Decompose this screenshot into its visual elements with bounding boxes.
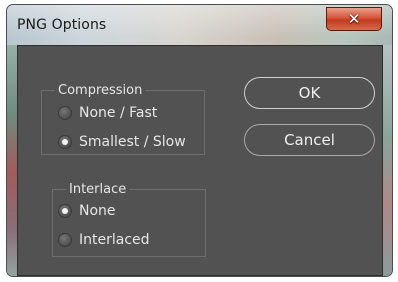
window-title: PNG Options [17,17,107,33]
radio-none-fast-indicator[interactable] [58,106,72,120]
radio-interlaced-indicator[interactable] [58,233,72,247]
close-x-icon: ✕ [347,9,361,28]
radio-interlace-none-label: None [79,203,116,219]
radio-smallest-slow-indicator[interactable] [58,135,72,149]
window-frame-right [383,45,392,276]
radio-smallest-slow-label: Smallest / Slow [79,134,186,150]
radio-interlace-none-indicator[interactable] [58,204,72,218]
ok-button[interactable]: OK [244,77,375,109]
radio-interlace-none[interactable]: None [58,203,116,219]
cancel-button[interactable]: Cancel [244,124,375,156]
dialog-content: Compression None / Fast Smallest / Slow … [17,45,383,276]
radio-interlaced[interactable]: Interlaced [58,232,150,248]
radio-none-fast-label: None / Fast [79,105,158,121]
radio-none-fast[interactable]: None / Fast [58,105,157,121]
window-frame-left [7,45,17,276]
radio-smallest-slow[interactable]: Smallest / Slow [58,134,186,150]
dialog-window: PNG Options ✕ Compression None / Fast Sm… [6,4,393,277]
close-button[interactable]: ✕ [326,7,382,31]
interlace-legend: Interlace [69,182,127,197]
radio-interlaced-label: Interlaced [79,232,150,248]
compression-legend: Compression [58,83,143,98]
